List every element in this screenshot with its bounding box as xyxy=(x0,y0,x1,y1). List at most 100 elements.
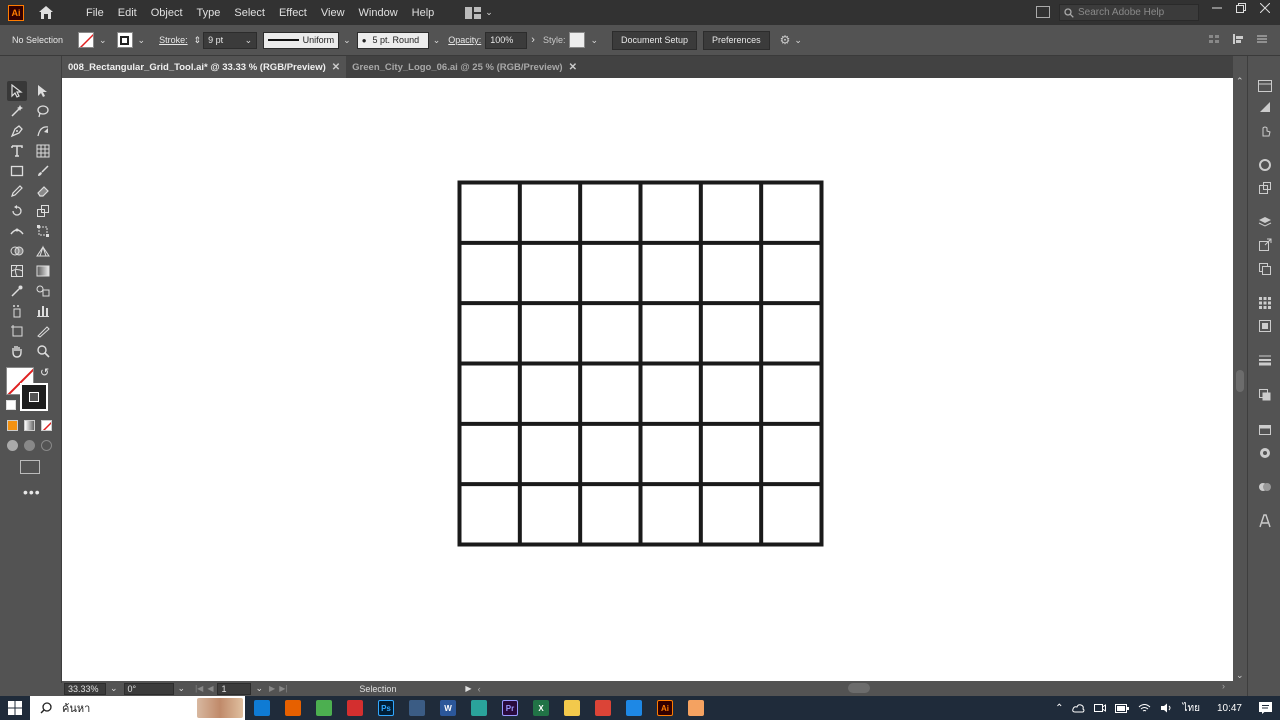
taskbar-app-file-explorer-icon[interactable] xyxy=(564,700,580,716)
gradient-mode-icon[interactable] xyxy=(24,420,35,431)
profile-chevron-icon[interactable]: ⌄ xyxy=(343,35,351,46)
menu-object[interactable]: Object xyxy=(144,7,190,19)
export-panel-icon[interactable] xyxy=(1257,237,1272,252)
stroke-stepper-icon[interactable]: ⇕ xyxy=(194,35,202,46)
first-artboard-icon[interactable]: |◀ xyxy=(195,684,203,693)
taskbar-app-firefox-icon[interactable] xyxy=(285,700,301,716)
close-icon[interactable]: ✕ xyxy=(332,62,340,73)
stroke-profile-field[interactable]: Uniform xyxy=(263,31,340,49)
artboard-chevron-icon[interactable]: ⌄ xyxy=(255,683,263,694)
draw-behind-icon[interactable] xyxy=(24,440,35,451)
taskbar-app-app-orange-icon[interactable] xyxy=(688,700,704,716)
artboard-tool[interactable] xyxy=(7,321,27,341)
curvature-tool[interactable] xyxy=(33,121,53,141)
last-artboard-icon[interactable]: ▶| xyxy=(279,684,287,693)
fill-swatch[interactable] xyxy=(78,32,94,48)
width-tool[interactable] xyxy=(7,221,27,241)
style-chevron-icon[interactable]: ⌄ xyxy=(590,35,598,46)
home-icon[interactable] xyxy=(38,5,54,21)
stroke-weight-field[interactable]: 9 pt ⌄ xyxy=(203,31,258,49)
next-artboard-icon[interactable]: ▶ xyxy=(269,684,275,693)
wifi-icon[interactable] xyxy=(1138,703,1151,713)
scroll-right-icon[interactable]: › xyxy=(1222,681,1225,691)
transparency-panel-icon[interactable] xyxy=(1257,387,1272,402)
tab-green-city-logo[interactable]: Green_City_Logo_06.ai @ 25 % (RGB/Previe… xyxy=(346,56,583,78)
status-menu-arrow-icon[interactable]: ▶ xyxy=(465,684,471,693)
taskbar-app-app-teal-icon[interactable] xyxy=(471,700,487,716)
rotate-tool[interactable] xyxy=(7,201,27,221)
taskbar-app-photoshop-icon[interactable]: Ps xyxy=(378,700,394,716)
shaper-tool[interactable] xyxy=(7,181,27,201)
taskbar-app-chrome-icon[interactable] xyxy=(595,700,611,716)
pathfinder-panel-icon[interactable] xyxy=(1257,479,1272,494)
scale-tool[interactable] xyxy=(33,201,53,221)
menu-effect[interactable]: Effect xyxy=(272,7,314,19)
menu-view[interactable]: View xyxy=(314,7,352,19)
column-graph-tool[interactable] xyxy=(33,301,53,321)
more-tools-icon[interactable]: ••• xyxy=(23,484,41,500)
zoom-field[interactable]: 33.33% xyxy=(64,682,106,695)
screen-mode-icon[interactable] xyxy=(20,460,40,474)
graphic-styles-panel-icon[interactable] xyxy=(1257,445,1272,460)
paintbrush-tool[interactable] xyxy=(33,161,53,181)
libraries-panel-icon[interactable] xyxy=(1257,99,1272,114)
opacity-arrow-icon[interactable]: › xyxy=(531,34,535,46)
notification-icon[interactable] xyxy=(1259,702,1272,714)
hand-tool[interactable] xyxy=(7,341,27,361)
horizontal-scrollbar-thumb[interactable] xyxy=(848,683,870,693)
tab-rectangular-grid[interactable]: 008_Rectangular_Grid_Tool.ai* @ 33.33 % … xyxy=(62,56,347,78)
slice-tool[interactable] xyxy=(33,321,53,341)
taskbar-app-excel-icon[interactable]: X xyxy=(533,700,549,716)
menu-type[interactable]: Type xyxy=(190,7,228,19)
menu-edit[interactable]: Edit xyxy=(111,7,144,19)
stroke-label[interactable]: Stroke: xyxy=(159,35,188,45)
taskbar-app-paint-icon[interactable] xyxy=(316,700,332,716)
brushes-panel-icon[interactable] xyxy=(1257,318,1272,333)
artboard-number-field[interactable]: 1 xyxy=(217,682,252,695)
taskbar-app-illustrator-icon[interactable]: Ai xyxy=(657,700,673,716)
default-colors-icon[interactable] xyxy=(6,400,16,410)
character-panel-icon[interactable] xyxy=(1257,513,1272,528)
artboard-canvas[interactable] xyxy=(62,78,1233,681)
taskbar-search[interactable]: ค้นหา xyxy=(30,696,245,720)
symbol-sprayer-tool[interactable] xyxy=(7,301,27,321)
taskbar-app-calculator-icon[interactable] xyxy=(409,700,425,716)
opacity-field[interactable]: 100% xyxy=(485,31,528,49)
menu-help[interactable]: Help xyxy=(405,7,442,19)
shape-builder-tool[interactable] xyxy=(7,241,27,261)
stroke-chevron-icon[interactable]: ⌄ xyxy=(138,35,146,46)
brush-chevron-icon[interactable]: ⌄ xyxy=(433,35,441,46)
color-mode-icon[interactable] xyxy=(7,420,18,431)
zoom-tool[interactable] xyxy=(33,341,53,361)
scroll-left-icon[interactable]: ‹ xyxy=(478,684,481,694)
layers-panel-icon[interactable] xyxy=(1257,214,1272,229)
arrange-documents-icon[interactable] xyxy=(1036,6,1050,18)
swatches-panel-icon[interactable] xyxy=(1257,295,1272,310)
stroke-indicator[interactable] xyxy=(20,383,48,411)
perspective-grid-tool[interactable] xyxy=(33,241,53,261)
lasso-tool[interactable] xyxy=(33,101,53,121)
search-help-field[interactable]: Search Adobe Help xyxy=(1059,4,1199,21)
color-panel-icon[interactable] xyxy=(1257,157,1272,172)
taskbar-app-app-red-icon[interactable] xyxy=(347,700,363,716)
style-swatch[interactable] xyxy=(569,32,586,48)
draw-inside-icon[interactable] xyxy=(41,440,52,451)
scroll-up-icon[interactable]: ⌃ xyxy=(1236,76,1244,87)
taskbar-app-premiere-icon[interactable]: Pr xyxy=(502,700,518,716)
mesh-tool[interactable] xyxy=(7,261,27,281)
restore-icon[interactable] xyxy=(1236,3,1246,13)
preferences-button[interactable]: Preferences xyxy=(703,30,770,50)
taskbar-app-edge-icon[interactable] xyxy=(254,700,270,716)
draw-normal-icon[interactable] xyxy=(7,440,18,451)
battery-icon[interactable] xyxy=(1115,703,1130,713)
vertical-scrollbar[interactable]: ⌃ ⌄ xyxy=(1233,76,1247,681)
document-setup-button[interactable]: Document Setup xyxy=(612,30,698,50)
panel-menu-icon[interactable] xyxy=(1256,33,1268,45)
windows-start-icon[interactable] xyxy=(8,701,22,715)
opacity-label[interactable]: Opacity: xyxy=(448,35,481,45)
blend-tool[interactable] xyxy=(33,281,53,301)
menu-window[interactable]: Window xyxy=(352,7,405,19)
transform-icon[interactable] xyxy=(1232,33,1244,45)
previous-artboard-icon[interactable]: ◀ xyxy=(207,684,213,693)
menu-select[interactable]: Select xyxy=(227,7,272,19)
